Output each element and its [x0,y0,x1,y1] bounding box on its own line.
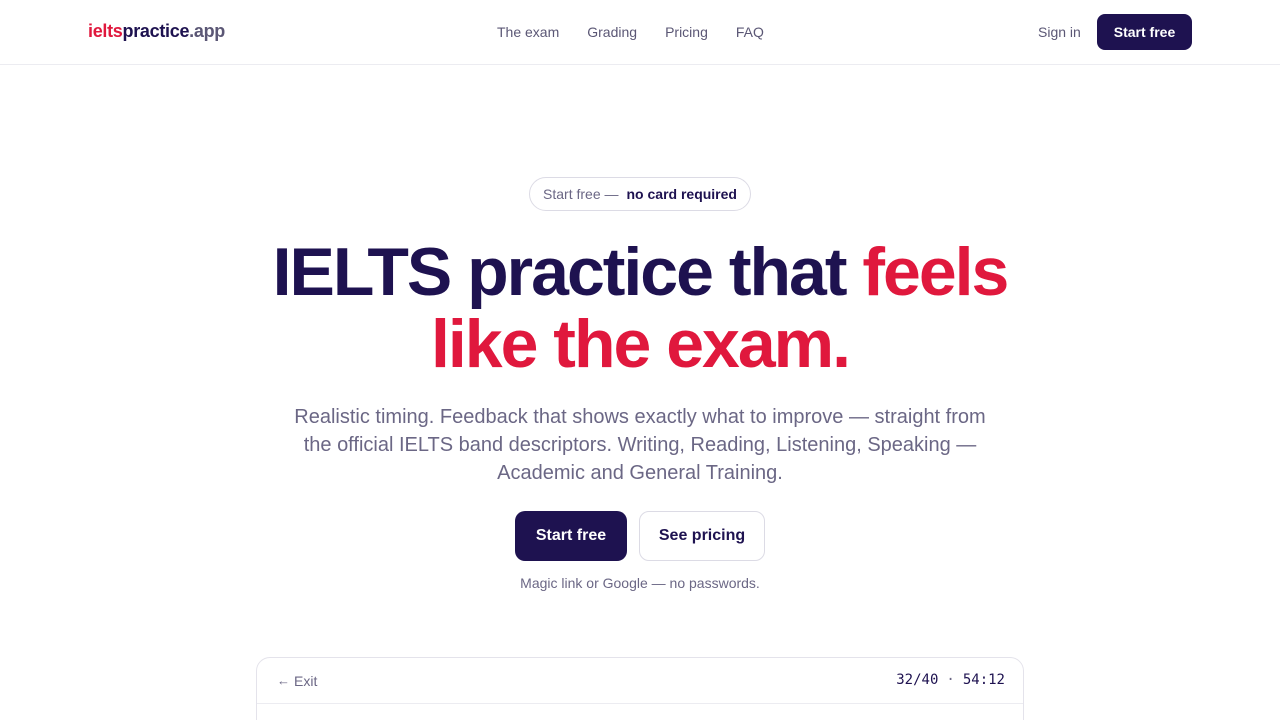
exam-timer: 54:12 [962,672,1005,688]
sign-in-link[interactable]: Sign in [1038,24,1081,41]
question-progress: 32/40 [896,672,939,688]
promo-pill-emphasis: no card required [626,186,737,202]
status-separator: · [946,672,955,688]
exit-button[interactable]: ← Exit [277,673,317,689]
exit-label: Exit [294,673,318,689]
hero-headline-dark: IELTS practice that [272,234,863,310]
hero-subtitle: Realistic timing. Feedback that shows ex… [294,406,986,484]
arrow-left-icon: ← [277,673,290,688]
hero-headline-accent-line2: like the exam. [430,306,851,382]
hero-start-free-button[interactable]: Start free [515,511,627,561]
nav-link-faq[interactable]: FAQ [736,24,764,41]
promo-pill-lead: Start free — [543,186,619,202]
see-pricing-button[interactable]: See pricing [639,511,765,561]
promo-pill: Start free — no card required [529,177,751,211]
exam-status: 32/40 · 54:12 [896,672,1005,689]
nav-link-pricing[interactable]: Pricing [665,24,708,41]
hero-headline-line2: like the exam. [0,308,1280,380]
logo-part-practice: practice [122,21,190,41]
hero-headline-line1: IELTS practice that feels [0,236,1280,308]
logo-part-app: .app [189,21,225,41]
exam-preview-toolbar: ← Exit 32/40 · 54:12 [257,658,1023,704]
exam-preview-card: ← Exit 32/40 · 54:12 [256,657,1024,720]
nav-link-grading[interactable]: Grading [587,24,637,41]
nav-link-the-exam[interactable]: The exam [497,24,559,41]
main-nav: The exam Grading Pricing FAQ [497,24,764,41]
site-header: ieltspractice.app The exam Grading Prici… [0,0,1280,65]
header-start-free-button[interactable]: Start free [1097,14,1192,50]
logo[interactable]: ieltspractice.app [88,20,225,42]
auth-note: Magic link or Google — no passwords. [520,575,760,591]
logo-part-ielts: ielts [88,21,123,41]
hero-headline-accent-feels: feels [862,234,1009,310]
